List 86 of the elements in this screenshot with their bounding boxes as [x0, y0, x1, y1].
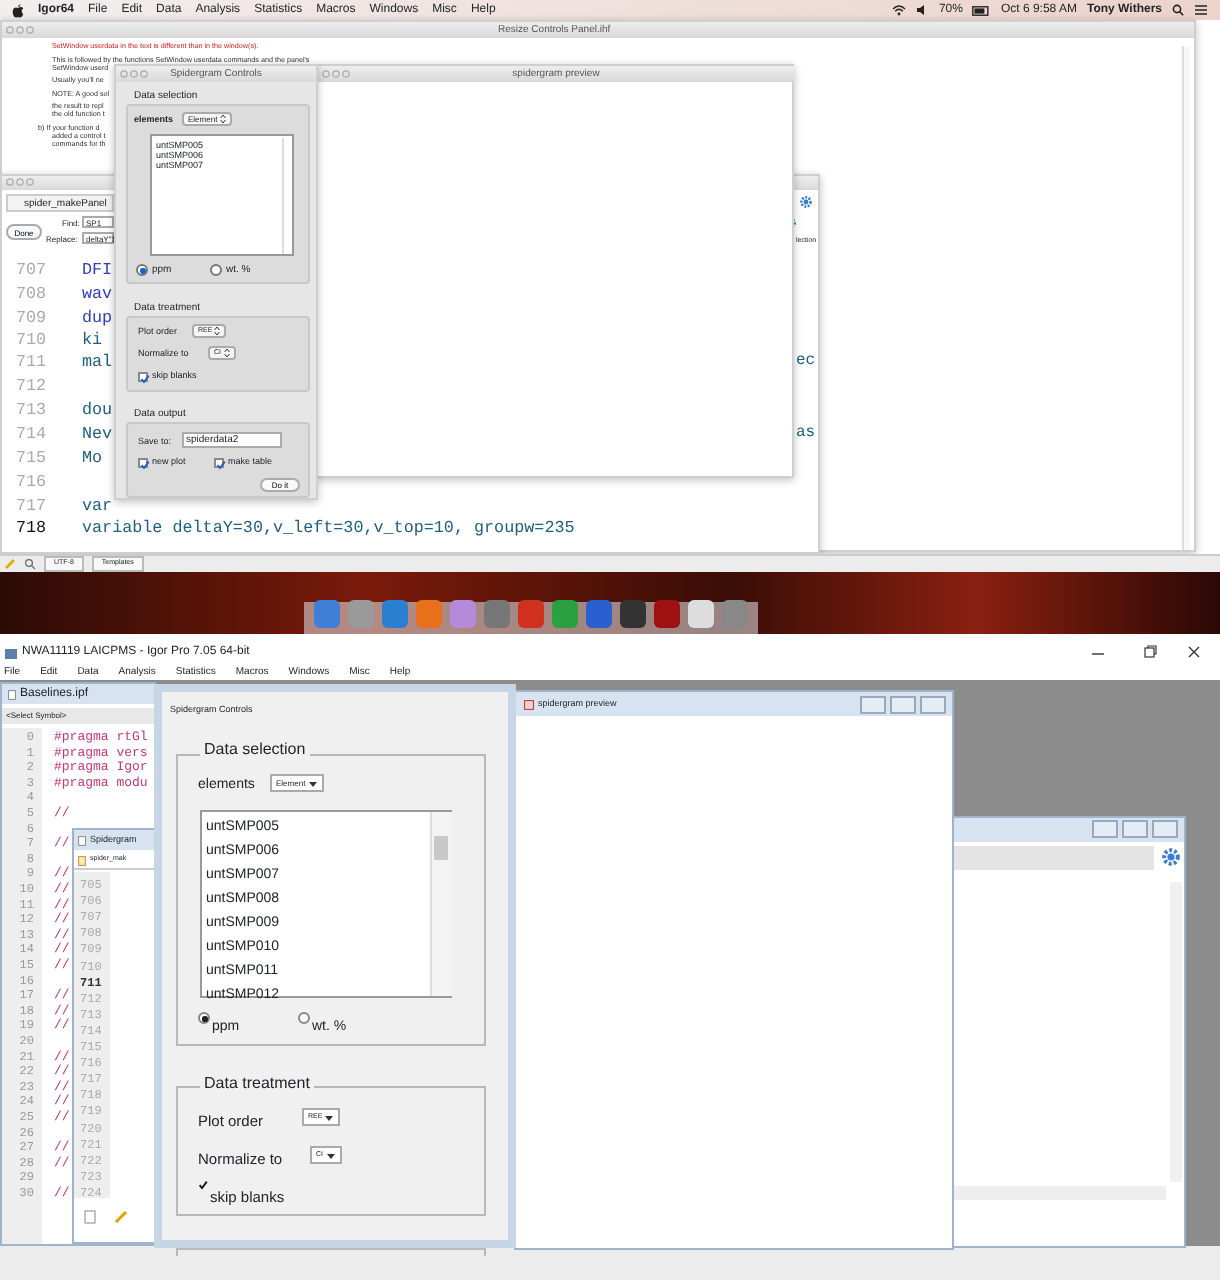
code-line: as	[796, 424, 816, 444]
radio-button[interactable]	[198, 1012, 210, 1024]
line-number: 714	[16, 424, 47, 444]
close-icon	[1186, 644, 1202, 660]
code-line: Mo	[82, 448, 103, 468]
dropdown-field[interactable]	[954, 846, 1154, 870]
code-line: dup	[82, 308, 113, 328]
window-controls-icon	[6, 26, 34, 34]
document-icon	[8, 689, 16, 699]
close-button[interactable]	[1152, 820, 1178, 838]
code-line: ki	[82, 330, 103, 350]
app-icon	[685, 598, 715, 630]
app-icon	[515, 598, 545, 630]
wifi-icon	[892, 4, 907, 16]
settings-icon	[1162, 848, 1180, 866]
maximize-button[interactable]	[1122, 820, 1148, 838]
group-title: Data selection	[200, 740, 310, 760]
caret-icon	[307, 779, 318, 787]
checkbox[interactable]	[214, 458, 224, 468]
line-number: 709	[16, 308, 47, 328]
apple-logo-icon	[12, 3, 24, 17]
restore-icon	[1142, 644, 1158, 660]
app-icon	[379, 598, 409, 630]
checkmark-icon	[140, 374, 150, 384]
minimize-button[interactable]	[1092, 820, 1118, 838]
caret-icon	[324, 1113, 335, 1121]
code-line: dou	[82, 400, 113, 420]
pencil-icon	[114, 1210, 128, 1224]
search-icon	[1172, 4, 1184, 16]
app-icon	[583, 598, 613, 630]
updown-arrows-icon	[219, 114, 226, 124]
pencil-icon	[4, 558, 16, 570]
app-icon	[311, 598, 341, 630]
app-icon	[481, 598, 511, 630]
line-number: 710	[16, 330, 47, 350]
line-number: 716	[16, 472, 47, 492]
line-number: 712	[16, 376, 47, 396]
window-controls-icon	[6, 178, 34, 186]
updown-arrows-icon	[214, 326, 221, 336]
checkmark-icon	[198, 1180, 208, 1190]
menu-icon	[1194, 4, 1208, 16]
app-icon	[549, 598, 579, 630]
code-line: ec	[796, 352, 816, 372]
window-controls-icon	[120, 70, 148, 78]
app-icon	[345, 598, 375, 630]
updown-arrows-icon	[223, 348, 229, 358]
caret-icon	[325, 1151, 335, 1159]
window-controls-icon	[322, 70, 350, 78]
graph-icon	[524, 699, 534, 709]
minimize-button[interactable]	[860, 695, 886, 713]
line-number: 711	[16, 352, 47, 372]
search-icon	[24, 558, 36, 570]
app-icon	[4, 647, 18, 659]
volume-icon	[916, 4, 929, 16]
close-button[interactable]	[920, 695, 946, 713]
scrollbar-thumb[interactable]	[434, 836, 448, 860]
app-icon	[651, 598, 681, 630]
group-title: Data treatment	[200, 1074, 314, 1094]
line-number: 708	[16, 284, 47, 304]
checkmark-icon	[216, 460, 226, 470]
code-line: var	[82, 496, 113, 516]
maximize-button[interactable]	[890, 695, 916, 713]
code-line: Nev	[82, 424, 113, 444]
battery-icon	[972, 5, 991, 15]
radio-button[interactable]	[298, 1012, 310, 1024]
radio-button[interactable]	[136, 264, 148, 276]
code-line: wav	[82, 284, 113, 304]
app-icon	[413, 598, 443, 630]
app-icon	[617, 598, 647, 630]
code-line: variable deltaY=30,v_left=30,v_top=10, groupw=235	[82, 518, 575, 538]
checkbox[interactable]	[138, 458, 148, 468]
checkmark-icon	[140, 460, 150, 470]
code-line: DFI	[82, 260, 113, 280]
app-icon	[447, 598, 477, 630]
settings-icon	[800, 196, 812, 208]
radio-button[interactable]	[210, 264, 222, 276]
checkbox[interactable]	[198, 1180, 208, 1192]
line-number: 717	[16, 496, 47, 516]
checkbox[interactable]	[138, 372, 148, 382]
app-icon	[719, 598, 749, 630]
line-number: 707	[16, 260, 47, 280]
line-number: 715	[16, 448, 47, 468]
document-icon	[84, 1210, 96, 1224]
line-number: 718	[16, 518, 47, 538]
code-line: mal	[82, 352, 113, 372]
line-number: 713	[16, 400, 47, 420]
